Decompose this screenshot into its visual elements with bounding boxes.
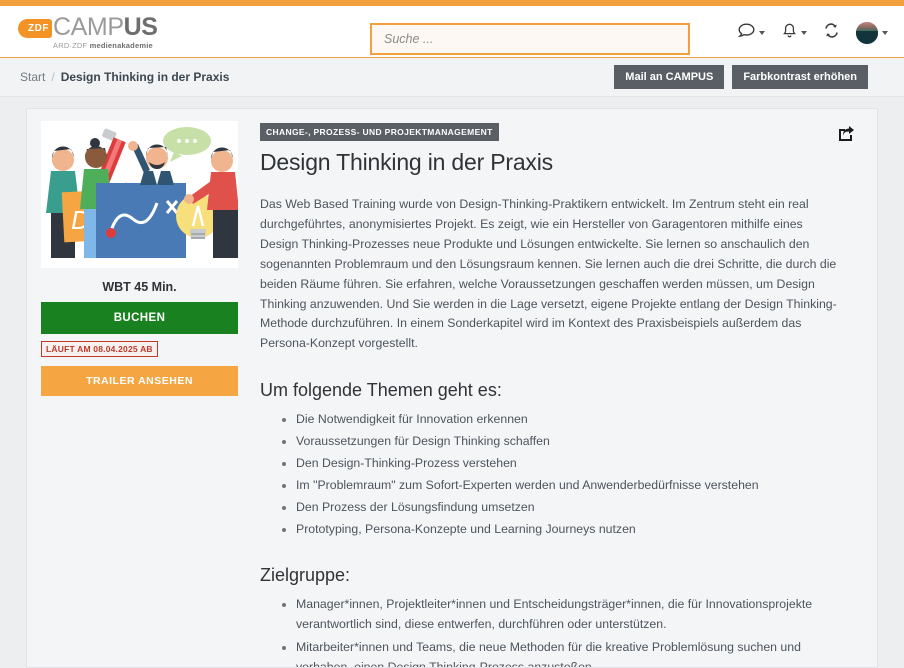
course-detail-card: Do!	[26, 108, 878, 668]
course-sidebar: Do!	[27, 109, 252, 667]
course-format-duration: WBT 45 Min.	[102, 280, 177, 294]
avatar	[856, 22, 878, 44]
user-menu[interactable]	[856, 22, 888, 44]
breadcrumb: Start / Design Thinking in der Praxis	[20, 70, 229, 84]
mail-to-campus-button[interactable]: Mail an CAMPUS	[614, 64, 725, 90]
header-actions	[737, 8, 888, 58]
category-tag: CHANGE-, PROZESS- UND PROJEKTMANAGEMENT	[260, 123, 499, 141]
notifications-menu[interactable]	[782, 23, 807, 44]
chevron-down-icon	[759, 31, 765, 35]
list-item: Manager*innen, Projektleiter*innen und E…	[296, 594, 837, 634]
breadcrumb-current-page: Design Thinking in der Praxis	[60, 70, 230, 84]
page-title: Design Thinking in der Praxis	[260, 149, 553, 175]
list-item: Den Prozess der Lösungsfindung umsetzen	[296, 497, 837, 517]
logo-subtitle: ARD·ZDF medienakademie	[53, 42, 158, 50]
section-heading-target-group: Zielgruppe:	[260, 565, 351, 586]
messages-menu[interactable]	[737, 23, 765, 43]
breadcrumb-separator: /	[51, 70, 55, 84]
bell-icon	[782, 23, 797, 44]
sync-button[interactable]	[824, 23, 839, 43]
course-description: Das Web Based Training wurde von Design-…	[260, 197, 837, 351]
zdf-logo-mark: ZDF	[18, 19, 52, 39]
logo-subtitle-bold: medienakademie	[89, 41, 153, 51]
search-input[interactable]	[370, 23, 690, 55]
expiry-badge: LÄUFT AM 08.04.2025 AB	[41, 341, 158, 357]
campus-logo[interactable]: ZDF CAMPUS ARD·ZDF medienakademie	[18, 15, 158, 50]
section-heading-topics: Um folgende Themen geht es:	[260, 380, 502, 401]
list-item: Voraussetzungen für Design Thinking scha…	[296, 431, 837, 451]
breadcrumb-actions: Mail an CAMPUS Farbkontrast erhöhen	[614, 64, 868, 90]
logo-wordmark-bold: US	[123, 13, 158, 42]
course-main-content: CHANGE-, PROZESS- UND PROJEKTMANAGEMENT …	[252, 109, 877, 667]
share-icon[interactable]	[836, 124, 855, 147]
course-illustration: Do!	[41, 121, 238, 268]
increase-contrast-button[interactable]: Farbkontrast erhöhen	[732, 64, 868, 90]
logo-wordmark: CAMPUS	[53, 15, 158, 40]
logo-wordmark-light: CAMP	[53, 13, 124, 42]
list-item: Den Design-Thinking-Prozess verstehen	[296, 453, 837, 473]
chevron-down-icon	[882, 31, 888, 35]
refresh-sync-icon	[824, 23, 839, 43]
breadcrumb-bar: Start / Design Thinking in der Praxis Ma…	[0, 58, 904, 97]
list-item: Die Notwendigkeit für Innovation erkenne…	[296, 409, 837, 429]
breadcrumb-home-link[interactable]: Start	[20, 70, 45, 84]
chat-bubble-icon	[737, 23, 755, 43]
site-header: ZDF CAMPUS ARD·ZDF medienakademie	[0, 8, 904, 58]
page-content-area: Do!	[0, 97, 904, 668]
list-item: Im "Problemraum" zum Sofort-Experten wer…	[296, 475, 837, 495]
book-button[interactable]: BUCHEN	[41, 302, 238, 334]
list-item: Prototyping, Persona-Konzepte und Learni…	[296, 519, 837, 539]
chevron-down-icon	[801, 31, 807, 35]
list-item: Mitarbeiter*innen und Teams, die neue Me…	[296, 637, 837, 668]
target-group-list: Manager*innen, Projektleiter*innen und E…	[260, 594, 837, 667]
logo-subtitle-light: ARD·ZDF	[53, 41, 90, 51]
topics-list: Die Notwendigkeit für Innovation erkenne…	[260, 409, 837, 539]
watch-trailer-button[interactable]: TRAILER ANSEHEN	[41, 366, 238, 396]
